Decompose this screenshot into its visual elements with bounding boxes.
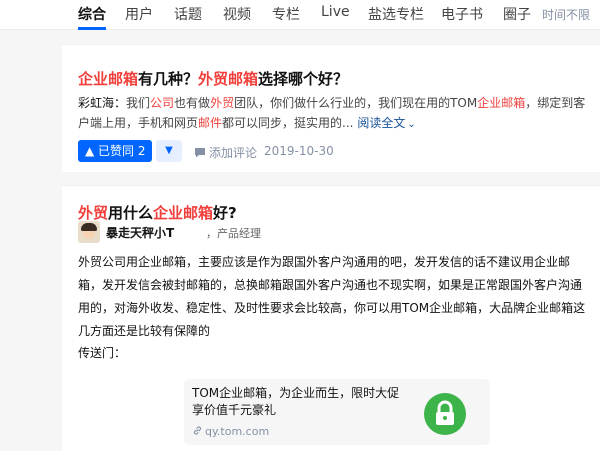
divider — [62, 185, 600, 186]
excerpt-highlight: 邮件 — [198, 116, 223, 130]
title-highlight: 企业邮箱 — [153, 204, 214, 222]
title-text: 选择哪个好？ — [258, 70, 349, 88]
lock-icon — [436, 400, 454, 425]
read-more-label: 阅读全文 — [357, 116, 406, 130]
result-title-link[interactable]: 企业邮箱有几种？外贸邮箱选择哪个好？ — [78, 68, 348, 89]
excerpt-highlight: 公司 — [150, 96, 175, 110]
tab-circles[interactable]: 圈子 — [503, 4, 531, 24]
tab-topics[interactable]: 话题 — [174, 4, 202, 24]
tab-users[interactable]: 用户 — [125, 4, 153, 24]
chevron-down-icon: ⌄ — [407, 119, 416, 130]
excerpt-text: 团队，你们做什么行业的，我们现在用的TOM — [234, 96, 478, 110]
tab-columns[interactable]: 专栏 — [272, 4, 300, 24]
answer-excerpt[interactable]: 彩虹海：我们公司也有做外贸团队，你们做什么行业的，我们现在用的TOM企业邮箱，绑… — [78, 93, 588, 135]
read-full-text-link[interactable]: 阅读全文 ⌄ — [357, 116, 415, 130]
portal-label: 传送门： — [78, 346, 127, 360]
avatar-hair — [81, 223, 97, 231]
tab-live[interactable]: Live — [321, 4, 350, 20]
title-text: 好? — [213, 204, 237, 222]
divider — [62, 44, 600, 45]
tab-salt-columns[interactable]: 盐选专栏 — [368, 4, 424, 24]
link-card-title: TOM企业邮箱，为企业而生，限时大促享价值千元豪礼 — [192, 386, 400, 417]
answer-body: 外贸公司用企业邮箱，主要应该是作为跟国外客户沟通用的吧，发开发信的话不建议用企业… — [78, 255, 586, 338]
search-result-card: 企业邮箱有几种？外贸邮箱选择哪个好？ 彩虹海：我们公司也有做外贸团队，你们做什么… — [62, 44, 600, 172]
downvote-button[interactable]: ▼ — [156, 140, 182, 162]
author-info: 暴走天秤小T ，产品经理 — [78, 221, 578, 245]
answer-date: 2019-10-30 — [264, 144, 334, 158]
triangle-down-icon: ▼ — [165, 145, 173, 156]
search-result-card: 外贸用什么企业邮箱好? 暴走天秤小T ，产品经理 外贸公司用企业邮箱，主要应该是… — [62, 185, 600, 451]
comment-label: 添加评论 — [209, 146, 258, 160]
excerpt-text: 也有做 — [174, 96, 211, 110]
excerpt-highlight: 外贸 — [210, 96, 235, 110]
author-name[interactable]: 暴走天秤小T — [106, 224, 174, 241]
link-url-text: qy.tom.com — [205, 425, 270, 438]
link-card[interactable]: TOM企业邮箱，为企业而生，限时大促享价值千元豪礼 qy.tom.com — [184, 379, 490, 445]
avatar[interactable] — [78, 221, 100, 243]
active-tab-indicator — [78, 27, 106, 30]
upvote-button[interactable]: ▲ 已赞同 2 — [78, 140, 152, 162]
title-highlight: 企业邮箱 — [78, 70, 139, 88]
search-type-tabs: 综合 用户 话题 视频 专栏 Live 盐选专栏 电子书 圈子 时间不限 — [0, 0, 600, 30]
title-text: 有几种？ — [138, 70, 199, 88]
time-filter-dropdown[interactable]: 时间不限 — [542, 6, 590, 23]
tab-videos[interactable]: 视频 — [223, 4, 251, 24]
title-highlight: 外贸邮箱 — [198, 70, 259, 88]
excerpt-author: 彩虹海： — [78, 96, 127, 110]
tab-ebooks[interactable]: 电子书 — [441, 4, 483, 24]
title-highlight: 外贸 — [78, 204, 109, 222]
comment-icon — [195, 148, 205, 158]
link-icon — [193, 426, 202, 435]
author-role: ，产品经理 — [206, 227, 261, 240]
excerpt-text: 都可以同步，挺实用的... — [222, 116, 354, 130]
tab-comprehensive[interactable]: 综合 — [78, 4, 106, 24]
lock-icon — [424, 393, 466, 435]
result-title-link[interactable]: 外贸用什么企业邮箱好? — [78, 202, 237, 223]
link-card-url: qy.tom.com — [192, 425, 269, 438]
title-text: 用什么 — [108, 204, 154, 222]
excerpt-highlight: 企业邮箱 — [477, 96, 526, 110]
add-comment-button[interactable]: 添加评论 — [194, 144, 257, 161]
excerpt-text: 我们 — [126, 96, 151, 110]
